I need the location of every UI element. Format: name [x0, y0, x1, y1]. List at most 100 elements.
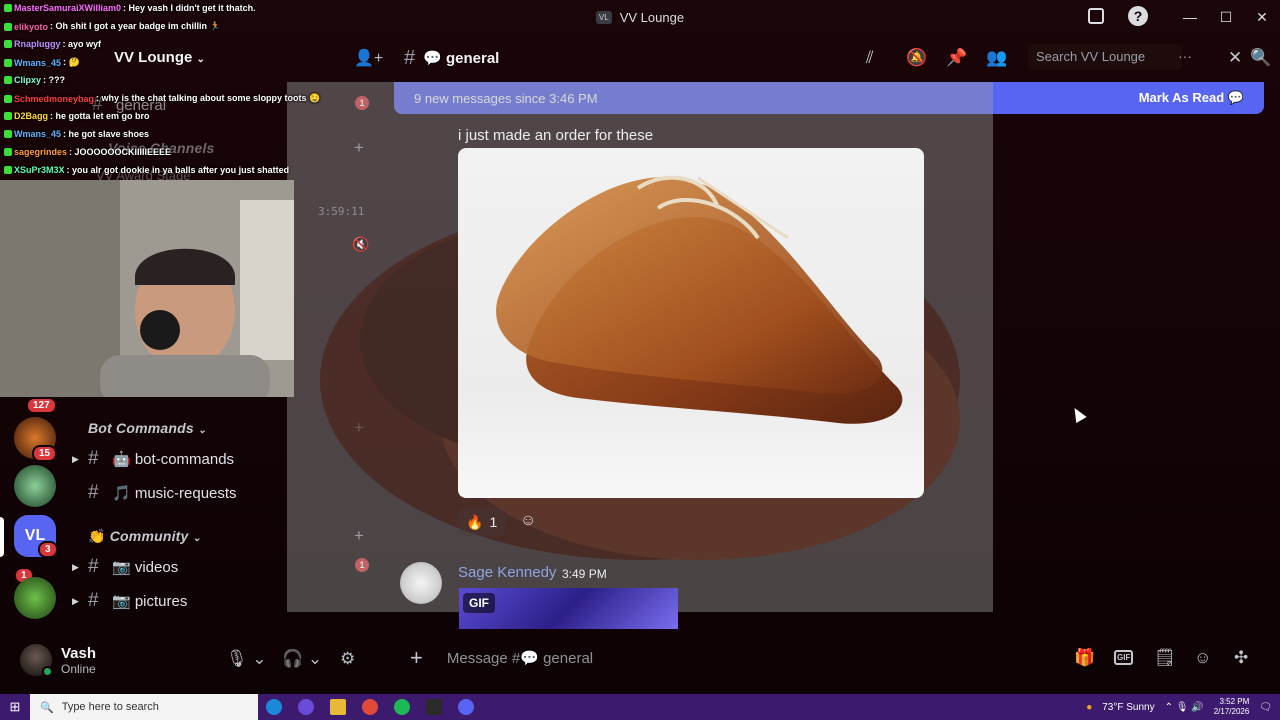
stream-chat-username: Rnapluggy [14, 39, 61, 49]
reaction-count: 1 [489, 514, 498, 530]
stream-chat-message: : he gotta let em go bro [50, 111, 150, 121]
chat-badge-icon [4, 130, 12, 138]
user-status: Online [61, 661, 96, 676]
category-community[interactable]: 👏 Community ⌄ [88, 528, 201, 545]
microphone-icon[interactable]: 🎙 ⌄ [226, 649, 267, 669]
chat-badge-icon [4, 94, 12, 103]
search-icon[interactable]: 🔍 [1250, 48, 1271, 68]
online-status-icon [42, 666, 53, 677]
stream-chat-username: MasterSamuraiXWilliam0 [14, 3, 121, 13]
add-reaction-icon[interactable]: ☺ [520, 512, 536, 530]
caret-right-icon: ▶ [72, 453, 79, 464]
stream-chat-username: sagegrindes [14, 147, 68, 157]
close-search-icon[interactable]: ✕ [1228, 48, 1242, 68]
message-composer: + Message #💬 general 🎁 GIF 🗒 ☺ ✣ [394, 636, 1264, 680]
clock-time: 3:52 PM [1219, 697, 1250, 706]
stream-chat-username: Clipxy [14, 75, 42, 85]
channel-music-requests[interactable]: # 🎵 music-requests [88, 482, 237, 504]
member-list-icon[interactable]: 👥 [986, 48, 1007, 68]
add-attachment-icon[interactable]: + [410, 645, 423, 671]
category-label: Community [109, 528, 189, 544]
chat-badge-icon [4, 76, 12, 84]
hash-icon: # [404, 46, 416, 69]
clock[interactable]: 3:52 PM 2/17/2026 [1214, 697, 1250, 717]
message-text: i just made an order for these [458, 127, 654, 144]
chevron-down-icon: ⌄ [192, 533, 202, 544]
edge-icon[interactable] [258, 694, 290, 720]
server-icon[interactable] [14, 465, 56, 507]
mark-as-read-button[interactable]: Mark As Read 💬 [1139, 90, 1244, 106]
reaction-fire[interactable]: 🔥 1 [458, 508, 506, 536]
gif-attachment[interactable]: GIF [459, 588, 678, 629]
avatar[interactable] [20, 644, 53, 677]
sticker-icon[interactable]: 🗒 [1154, 648, 1176, 668]
emoji-icon[interactable]: ☺ [1194, 648, 1211, 668]
chevron-down-icon: ⌄ [197, 425, 207, 436]
apps-icon[interactable]: ✣ [1234, 648, 1248, 668]
server-icon-frog[interactable] [14, 577, 56, 619]
search-icon: 🔍 [40, 701, 54, 714]
category-bot-commands[interactable]: Bot Commands ⌄ [88, 420, 207, 436]
chat-badge-icon [4, 40, 12, 48]
chat-badge-icon [4, 148, 12, 156]
mention-badge: 15 [32, 445, 58, 462]
stream-chat-username: XSuPr3M3X [14, 165, 65, 175]
taskbar: ⊞ 🔍 Type here to search ● 73°F Sunny ⌃ 🎙… [0, 694, 1280, 720]
search-input[interactable]: Search VV Lounge [1028, 44, 1182, 70]
headphones-icon[interactable]: 🎧 ⌄ [282, 649, 322, 669]
chat-badge-icon [4, 58, 12, 67]
channel-pictures[interactable]: ▶ # 📷 pictures [72, 590, 187, 612]
tray-icons[interactable]: ⌃ 🎙 🔊 [1165, 702, 1204, 713]
notification-icon[interactable]: 🗨 [1259, 702, 1272, 713]
channel-bot-commands[interactable]: ▶ # 🤖 bot-commands [72, 448, 234, 470]
user-info[interactable]: Vash Online [61, 645, 96, 676]
message-input[interactable]: Message #💬 general [447, 649, 593, 667]
help-icon[interactable]: ? [1128, 6, 1148, 26]
mention-badge: 127 [26, 397, 57, 414]
spotify-icon[interactable] [386, 694, 418, 720]
stream-chat-message: : Oh shit I got a year badge im chillin … [50, 21, 221, 31]
avatar[interactable] [400, 562, 442, 604]
windows-start-icon[interactable]: ⊞ [0, 694, 30, 720]
message-author[interactable]: Sage Kennedy [458, 564, 556, 581]
mute-icon: 🔇 [352, 236, 370, 252]
shoe-image-attachment[interactable] [458, 148, 924, 498]
more-icon[interactable]: ··· [1178, 48, 1192, 64]
taskbar-search[interactable]: 🔍 Type here to search [30, 694, 258, 720]
mouse-cursor [1069, 404, 1087, 424]
channel-videos[interactable]: ▶ # 📷 videos [72, 556, 178, 578]
gif-picker-button[interactable]: GIF [1114, 650, 1134, 665]
discord-taskbar-icon[interactable] [450, 694, 482, 720]
stream-chat-message: : he got slave shoes [63, 129, 150, 139]
taskbar-search-input[interactable]: Type here to search [62, 701, 159, 713]
close-window-button[interactable]: ✕ [1244, 9, 1280, 26]
webcam-image [0, 180, 294, 397]
app-badge: VL [595, 10, 612, 24]
selected-pill [0, 517, 4, 557]
server-rail: 127 15 VL 3 1 [0, 395, 72, 635]
maximize-button[interactable]: ☐ [1208, 9, 1244, 26]
hash-icon: # [88, 482, 99, 503]
stream-chat-message: : ??? [43, 75, 66, 85]
stream-chat-line: MasterSamuraiXWilliam0: Hey vash I didn'… [4, 3, 256, 13]
gif-label: GIF [463, 593, 495, 613]
minimize-button[interactable]: — [1172, 9, 1208, 25]
chrome-icon[interactable] [354, 694, 386, 720]
gift-icon[interactable]: 🎁 [1074, 648, 1095, 668]
pin-icon[interactable]: 📌 [946, 48, 967, 68]
weather-icon: ● [1086, 701, 1093, 713]
viber-icon[interactable] [290, 694, 322, 720]
weather-text[interactable]: 73°F Sunny [1102, 702, 1154, 713]
stream-timer: 3:59:11 [318, 205, 365, 218]
threads-icon[interactable]: ⫽ [866, 48, 874, 68]
chat-badge-icon [4, 22, 12, 31]
stream-chat-username: Wmans_45 [14, 57, 62, 68]
terminal-icon[interactable] [418, 694, 450, 720]
gear-icon[interactable]: ⚙ [340, 649, 355, 669]
inbox-icon[interactable] [1088, 8, 1104, 24]
caret-right-icon: ▶ [72, 595, 79, 606]
mute-notifications-icon[interactable]: 🔕 [906, 48, 927, 68]
file-explorer-icon[interactable] [322, 694, 354, 720]
stream-chat-line: Rnapluggy: ayo wyf [4, 39, 101, 49]
title-tools: ? [1088, 6, 1148, 26]
